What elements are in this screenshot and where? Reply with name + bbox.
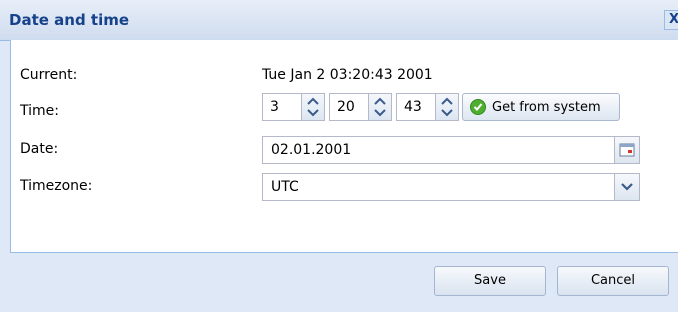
- minutes-spinner[interactable]: 20: [329, 93, 392, 121]
- spin-arrows-icon: [374, 97, 386, 117]
- calendar-trigger[interactable]: [614, 137, 639, 163]
- save-button[interactable]: Save: [434, 266, 546, 296]
- hours-spin-arrows[interactable]: [301, 94, 324, 120]
- seconds-spin-arrows[interactable]: [435, 94, 458, 120]
- date-field[interactable]: 02.01.2001: [262, 136, 640, 164]
- hours-spinner[interactable]: 3: [262, 93, 325, 121]
- timezone-dropdown-trigger[interactable]: [614, 174, 639, 200]
- spin-arrows-icon: [307, 97, 319, 117]
- timezone-select[interactable]: UTC: [262, 173, 640, 201]
- date-time-dialog: Date and time X Current: Tue Jan 2 03:20…: [0, 0, 678, 312]
- dialog-titlebar[interactable]: Date and time X: [0, 0, 678, 41]
- seconds-spinner[interactable]: 43: [396, 93, 459, 121]
- minutes-value: 20: [337, 99, 355, 115]
- close-button[interactable]: X: [664, 10, 678, 30]
- date-value: 02.01.2001: [271, 142, 352, 158]
- chevron-down-icon: [621, 183, 633, 191]
- calendar-icon: [619, 143, 635, 157]
- current-label: Current:: [20, 67, 78, 83]
- time-label: Time:: [20, 103, 59, 119]
- hours-value: 3: [270, 99, 279, 115]
- date-label: Date:: [20, 141, 59, 157]
- timezone-value: UTC: [271, 179, 299, 195]
- current-value: Tue Jan 2 03:20:43 2001: [262, 67, 433, 83]
- spin-arrows-icon: [441, 97, 453, 117]
- get-from-system-label: Get from system: [492, 100, 601, 115]
- dialog-title: Date and time: [9, 11, 130, 29]
- cancel-button[interactable]: Cancel: [557, 266, 669, 296]
- minutes-spin-arrows[interactable]: [368, 94, 391, 120]
- close-icon: X: [668, 12, 678, 27]
- checkmark-icon: [470, 99, 486, 115]
- seconds-value: 43: [404, 99, 422, 115]
- get-from-system-button[interactable]: Get from system: [462, 93, 620, 121]
- timezone-label: Timezone:: [20, 178, 93, 194]
